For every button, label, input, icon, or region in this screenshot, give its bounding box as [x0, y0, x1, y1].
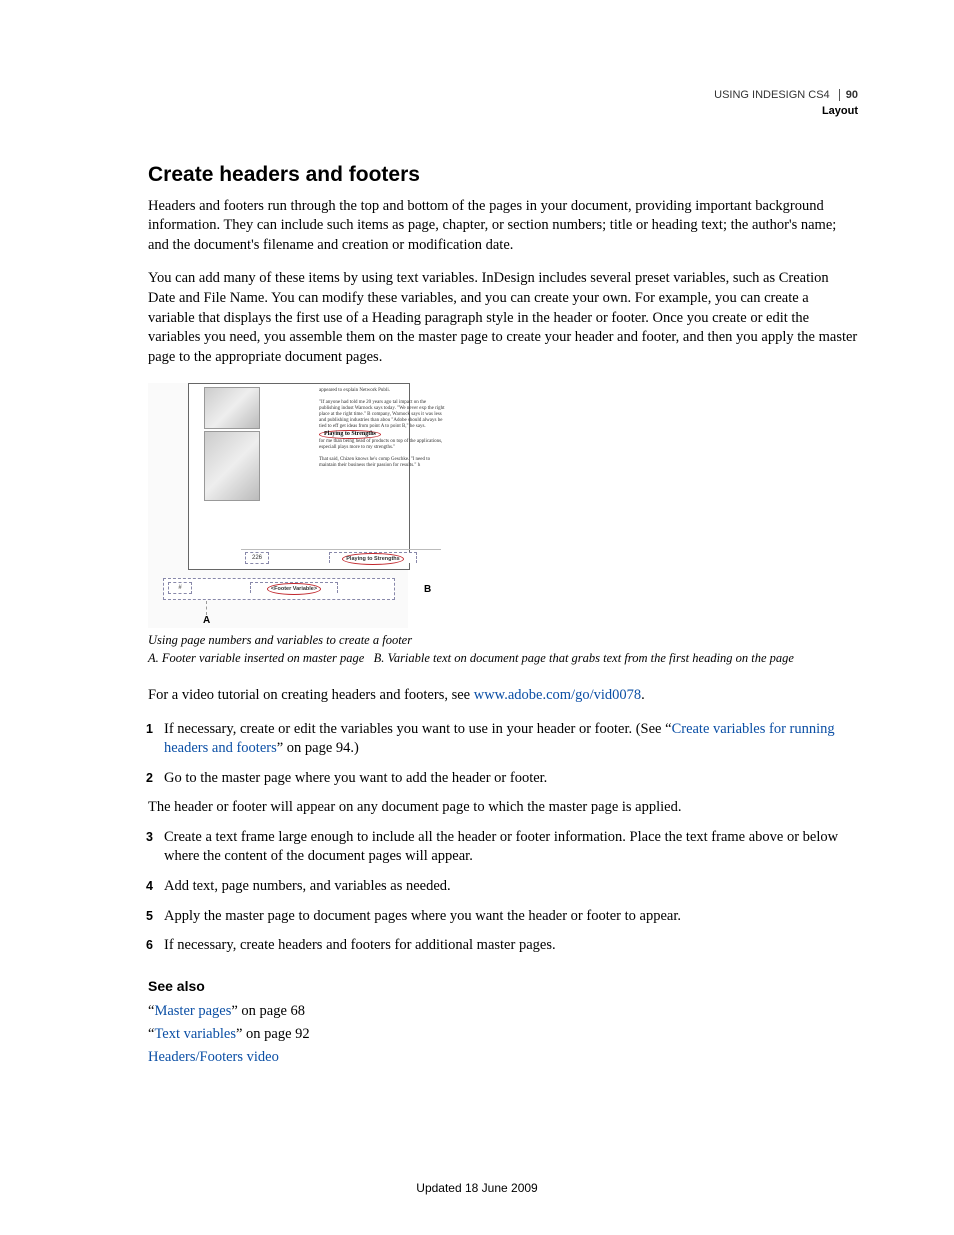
- figure-body-text: appeared to explain Network Publi. "If a…: [319, 388, 445, 469]
- see-also-item-3: Headers/Footers video: [148, 1046, 858, 1069]
- legend-a-text: Footer variable inserted on master page: [162, 651, 364, 665]
- figure-caption: Using page numbers and variables to crea…: [148, 632, 858, 649]
- steps-list-cont: 3 Create a text frame large enough to in…: [148, 828, 858, 956]
- figure-master-pagenum: #: [168, 582, 192, 594]
- step-4: 4 Add text, page numbers, and variables …: [148, 877, 858, 897]
- figure-footer-row: 226 Playing to Strengths: [241, 549, 441, 564]
- figure-label-a: A: [203, 615, 210, 626]
- figure-master-footer: # <Footer Variable>: [163, 578, 395, 600]
- link-text-variables[interactable]: Text variables: [154, 1026, 236, 1042]
- figure-heading-highlight: Playing to Strengths: [319, 430, 381, 439]
- section-heading: Create headers and footers: [148, 163, 858, 187]
- intro-paragraph-1: Headers and footers run through the top …: [148, 197, 858, 256]
- figure-headers-footers: appeared to explain Network Publi. "If a…: [148, 383, 408, 628]
- step-6: 6 If necessary, create headers and foote…: [148, 936, 858, 956]
- figure-footer-variable-result: Playing to Strengths: [329, 552, 417, 563]
- step-3: 3 Create a text frame large enough to in…: [148, 828, 858, 867]
- legend-b-text: Variable text on document page that grab…: [388, 651, 794, 665]
- figure-master-variable: <Footer Variable>: [250, 582, 338, 593]
- steps-list: 1 If necessary, create or edit the varia…: [148, 720, 858, 789]
- video-tutorial-link[interactable]: www.adobe.com/go/vid0078: [474, 687, 641, 703]
- figure-leader-line: [206, 601, 208, 615]
- step-5: 5 Apply the master page to document page…: [148, 907, 858, 927]
- figure-label-b: B: [424, 584, 431, 595]
- link-headers-footers-video[interactable]: Headers/Footers video: [148, 1049, 279, 1065]
- legend-a-label: A.: [148, 651, 159, 665]
- legend-b-label: B.: [374, 651, 385, 665]
- step-2: 2 Go to the master page where you want t…: [148, 769, 858, 789]
- update-date: Updated 18 June 2009: [0, 1181, 954, 1195]
- doc-title: USING INDESIGN CS4: [714, 89, 830, 101]
- section-name: Layout: [148, 104, 858, 119]
- page-number: 90: [839, 89, 858, 101]
- figure-legend: A. Footer variable inserted on master pa…: [148, 651, 858, 666]
- page-header: USING INDESIGN CS4 90 Layout: [148, 88, 858, 119]
- figure-page-number: 226: [245, 552, 269, 564]
- see-also-item-2: “Text variables” on page 92: [148, 1023, 858, 1046]
- see-also-item-1: “Master pages” on page 68: [148, 1000, 858, 1023]
- note-after-step-2: The header or footer will appear on any …: [148, 798, 858, 818]
- see-also-heading: See also: [148, 978, 858, 994]
- intro-paragraph-2: You can add many of these items by using…: [148, 269, 858, 367]
- figure-photo-2: [204, 431, 260, 501]
- step-1: 1 If necessary, create or edit the varia…: [148, 720, 858, 759]
- video-line: For a video tutorial on creating headers…: [148, 686, 858, 706]
- link-master-pages[interactable]: Master pages: [154, 1003, 231, 1019]
- figure-photo-1: [204, 387, 260, 429]
